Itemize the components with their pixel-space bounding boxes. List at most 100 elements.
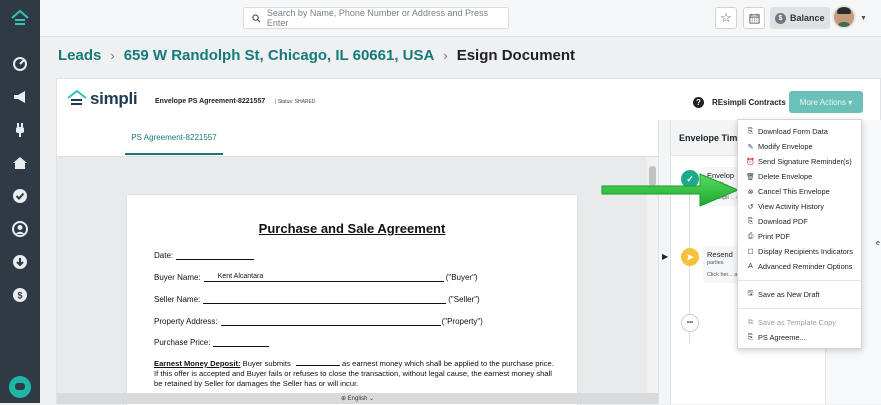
resimpli-contracts-link[interactable]: REsimpli Contracts [712,98,786,107]
user-circle-icon[interactable] [11,220,29,238]
font-icon: A [748,263,753,270]
buyer-field[interactable]: Kent Alcantara [203,273,444,282]
deposit-paragraph: Earnest Money Deposit: Buyer submits as … [154,359,554,389]
more-actions-menu: ⎘ Download Form Data ✎ Modify Envelope ⏰ Send… [737,119,862,349]
trash-icon: 🗑 [746,173,755,181]
menu-item-label: Download PDF [758,217,808,226]
megaphone-icon[interactable] [11,88,29,106]
file-icon: ⎘ [747,333,754,341]
save-icon: 🖫 [747,290,754,297]
price-label: Purchase Price: [154,338,211,347]
buyer-value: Kent Alcantara [217,273,264,280]
status-badge: | Status: SHARED [275,99,316,105]
property-field[interactable] [220,317,441,326]
avatar[interactable] [832,5,856,29]
menu-item-label: Modify Envelope [758,142,813,151]
menu-item[interactable]: 🗑 Delete Envelope [738,169,861,184]
svg-text:$: $ [17,291,22,301]
balance-label: Balance [790,13,825,23]
breadcrumb-separator: › [443,48,448,63]
document-viewer[interactable]: Purchase and Sale Agreement Date: Buyer … [57,156,658,405]
menu-item[interactable]: ✎ Modify Envelope [738,139,861,154]
price-field[interactable] [213,338,270,347]
menu-item[interactable]: ⎘ PS Agreeme... [738,330,861,345]
menu-item: ⧉ Save as Template Copy [738,315,861,330]
menu-item[interactable]: ⎘ Download Form Data [738,124,861,139]
plug-icon[interactable] [11,121,29,139]
balance-button[interactable]: $ Balance [770,7,830,29]
breadcrumb: Leads › 659 W Randolph St, Chicago, IL 6… [58,47,575,64]
menu-item[interactable]: ⊗ Cancel This Envelope [738,184,861,199]
menu-separator [738,308,861,309]
brand-wordmark: simpli [90,89,138,108]
timeline-toggle[interactable]: ▶ [658,120,670,404]
print-icon: ⎙ [747,232,754,240]
seller-label: Seller Name: [154,295,201,304]
menu-item-label: View Activity History [758,202,824,211]
check-circle-icon[interactable] [11,187,29,205]
buyer-line: Buyer Name: Kent Alcantara ("Buyer") [154,273,478,282]
language-selector[interactable]: ⊕ English ⌄ [57,393,658,404]
copy-icon: ⧉ [748,318,753,326]
menu-item[interactable]: ⎘ Download PDF [738,214,861,229]
seller-line: Seller Name: ("Seller") [154,295,480,304]
seller-field[interactable] [203,295,447,304]
calendar-icon[interactable] [743,7,765,29]
date-label: Date: [154,251,174,260]
search-placeholder: Search by Name, Phone Number or Address … [266,8,488,28]
cancel-icon: ⊗ [747,188,754,196]
top-header: Search by Name, Phone Number or Address … [40,0,881,37]
download-icon: ⎘ [747,127,754,135]
pdf-icon: ⎘ [747,217,754,225]
menu-item-label: Save as Template Copy [758,318,836,327]
search-icon [252,13,261,22]
date-field[interactable] [176,251,255,260]
menu-item-label: Advanced Reminder Options [758,262,853,271]
chat-icon[interactable] [9,376,31,398]
menu-item[interactable]: ↺ View Activity History [738,199,861,214]
search-input[interactable]: Search by Name, Phone Number or Address … [243,7,509,29]
dashboard-icon[interactable] [11,55,29,73]
page-title: Esign Document [456,47,576,64]
deposit-text-1: Buyer submits [240,359,293,368]
annotation-arrow-icon [601,173,740,207]
chevron-right-icon: ▶ [662,252,669,261]
chevron-down-icon[interactable]: ▼ [860,15,867,22]
dollar-circle-icon[interactable]: $ [11,286,29,304]
menu-item[interactable]: ☐ Display Recipients Indicators [738,244,861,259]
help-icon[interactable]: ? [693,97,704,108]
menu-separator [738,280,861,281]
envelope-title: Envelope PS Agreement-8221557 [155,98,266,105]
property-line: Property Address: ("Property") [154,317,483,326]
menu-item-label: Display Recipients Indicators [758,247,853,256]
home-icon[interactable] [11,154,29,172]
resimpli-logo-icon [67,90,87,105]
more-actions-button[interactable]: More Actions ▾ [789,91,863,113]
bell-icon: ⏰ [746,158,755,166]
menu-item[interactable]: 🖫 Save as New Draft [738,287,861,302]
buyer-suffix: ("Buyer") [445,273,478,282]
menu-item[interactable]: ⎙ Print PDF [738,229,861,244]
deposit-heading: Earnest Money Deposit: [154,359,241,368]
checkbox-icon: ☐ [747,248,754,256]
menu-item-label: Print PDF [758,232,791,241]
price-line: Purchase Price: [154,338,270,347]
seller-suffix: ("Seller") [448,295,480,304]
breadcrumb-property-link[interactable]: 659 W Randolph St, Chicago, IL 60661, US… [124,47,435,64]
buyer-label: Buyer Name: [154,273,201,282]
menu-item[interactable]: A Advanced Reminder Options [738,259,861,274]
deposit-field[interactable] [295,359,340,366]
property-suffix: ("Property") [441,317,483,326]
star-icon[interactable]: ☆ [715,7,737,29]
side-letter: e [876,240,880,247]
menu-item-label: Send Signature Reminder(s) [758,157,852,166]
arrow-circle-icon[interactable] [11,253,29,271]
document-page: Purchase and Sale Agreement Date: Buyer … [127,195,577,405]
menu-item[interactable]: ⏰ Send Signature Reminder(s) [738,154,861,169]
date-line: Date: [154,251,255,260]
more-icon[interactable]: ••• [681,314,699,332]
breadcrumb-leads-link[interactable]: Leads [58,47,101,64]
tab-ps-agreement[interactable]: PS Agreement-8221557 [125,133,223,155]
resimpli-logo-icon[interactable] [10,9,30,29]
left-sidebar: $ [0,0,40,403]
